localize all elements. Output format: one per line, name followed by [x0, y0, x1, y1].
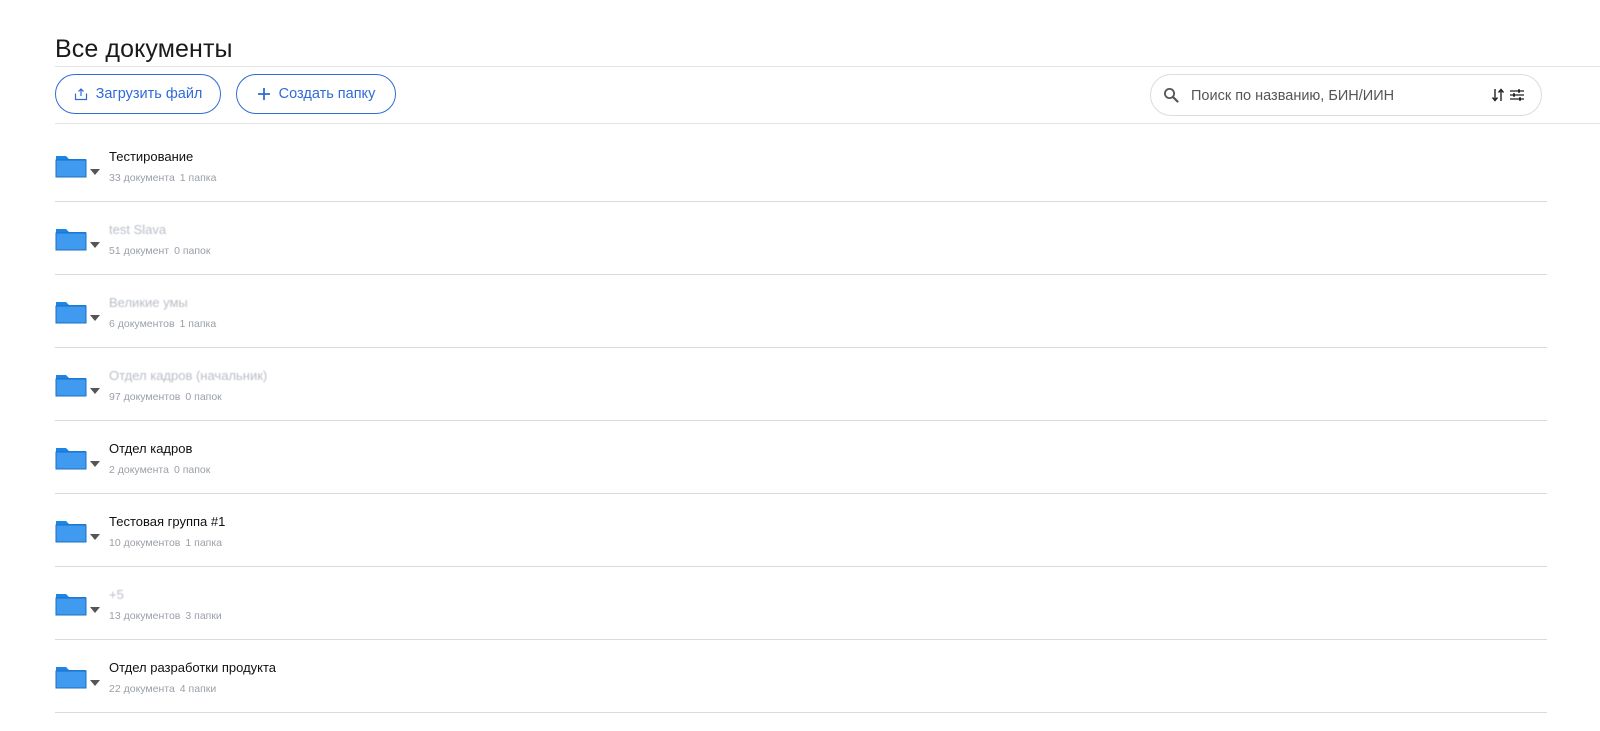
chevron-down-icon[interactable]	[90, 600, 100, 618]
folder-name: Великие умы	[109, 295, 188, 310]
folder-icon	[55, 373, 87, 402]
folder-meta: 10 документов 1 папка	[109, 537, 222, 549]
folder-doc-count: 33 документа	[109, 172, 175, 184]
folder-row[interactable]: Великие умы 6 документов 1 папка	[55, 275, 1547, 348]
create-folder-button[interactable]: Создать папку	[236, 74, 396, 114]
folder-doc-count: 13 документов	[109, 610, 181, 622]
folder-name: Тестовая группа #1	[109, 514, 226, 529]
header-divider	[55, 66, 1600, 67]
folder-row[interactable]: Отдел разработки продукта 22 документа 4 п…	[55, 640, 1547, 713]
folder-icon	[55, 227, 87, 256]
upload-file-button[interactable]: Загрузить файл	[55, 74, 221, 114]
folder-name: Отдел кадров (начальник)	[109, 368, 268, 383]
folder-doc-count: 97 документов	[109, 391, 181, 403]
chevron-down-icon[interactable]	[90, 162, 100, 180]
folder-meta: 51 документ 0 папок	[109, 245, 210, 257]
folder-icon	[55, 154, 87, 183]
folder-name: Отдел разработки продукта	[109, 660, 277, 675]
folder-row[interactable]: test Slava 51 документ 0 папок	[55, 202, 1547, 275]
chevron-down-icon[interactable]	[90, 235, 100, 253]
folder-row[interactable]: Отдел кадров (начальник) 97 документов 0 п…	[55, 348, 1547, 421]
folder-name: +5	[109, 587, 124, 602]
search-icon	[1163, 87, 1179, 108]
search-input[interactable]	[1189, 83, 1483, 109]
folder-doc-count: 10 документов	[109, 537, 181, 549]
sort-icon[interactable]	[1491, 87, 1505, 108]
filter-icon[interactable]	[1509, 87, 1525, 108]
folder-doc-count: 51 документ	[109, 245, 170, 257]
chevron-down-icon[interactable]	[90, 673, 100, 691]
page-title: Все документы	[55, 34, 233, 63]
chevron-down-icon[interactable]	[90, 454, 100, 472]
upload-icon	[74, 87, 88, 101]
chevron-down-icon[interactable]	[90, 308, 100, 326]
folder-meta: 6 документов 1 папка	[109, 318, 216, 330]
folder-icon	[55, 446, 87, 475]
folder-name: Тестирование	[109, 149, 194, 164]
folder-meta: 22 документа 4 папки	[109, 683, 216, 695]
folder-subfolder-count: 4 папки	[179, 683, 217, 695]
folder-meta: 97 документов 0 папок	[109, 391, 222, 403]
folder-subfolder-count: 0 папок	[174, 245, 211, 257]
folder-meta: 13 документов 3 папки	[109, 610, 222, 622]
folder-name: test Slava	[109, 222, 167, 237]
upload-file-label: Загрузить файл	[95, 86, 203, 102]
folder-subfolder-count: 0 папок	[185, 391, 222, 403]
folder-subfolder-count: 1 папка	[179, 172, 217, 184]
folder-name: Отдел кадров	[109, 441, 193, 456]
folder-subfolder-count: 1 папка	[185, 537, 223, 549]
folder-icon	[55, 592, 87, 621]
toolbar: Загрузить файл Создать папку	[55, 74, 1600, 116]
folder-icon	[55, 300, 87, 329]
folder-doc-count: 22 документа	[109, 683, 175, 695]
folder-doc-count: 2 документа	[109, 464, 169, 476]
plus-icon	[257, 87, 271, 101]
folder-meta: 33 документа 1 папка	[109, 172, 216, 184]
search-box	[1150, 74, 1542, 116]
folder-icon	[55, 519, 87, 548]
folder-list: Тестирование 33 документа 1 папка test Slav…	[55, 129, 1547, 713]
folder-row[interactable]: Тестовая группа #1 10 документов 1 папка	[55, 494, 1547, 567]
folder-meta: 2 документа 0 папок	[109, 464, 210, 476]
folder-row[interactable]: Отдел кадров 2 документа 0 папок	[55, 421, 1547, 494]
folder-subfolder-count: 1 папка	[179, 318, 217, 330]
chevron-down-icon[interactable]	[90, 381, 100, 399]
folder-row[interactable]: Тестирование 33 документа 1 папка	[55, 129, 1547, 202]
folder-icon	[55, 665, 87, 694]
chevron-down-icon[interactable]	[90, 527, 100, 545]
toolbar-divider	[55, 123, 1600, 124]
create-folder-label: Создать папку	[278, 86, 376, 102]
folder-doc-count: 6 документов	[109, 318, 175, 330]
folder-row[interactable]: +5 13 документов 3 папки	[55, 567, 1547, 640]
folder-subfolder-count: 0 папок	[173, 464, 211, 476]
folder-subfolder-count: 3 папки	[185, 610, 222, 622]
